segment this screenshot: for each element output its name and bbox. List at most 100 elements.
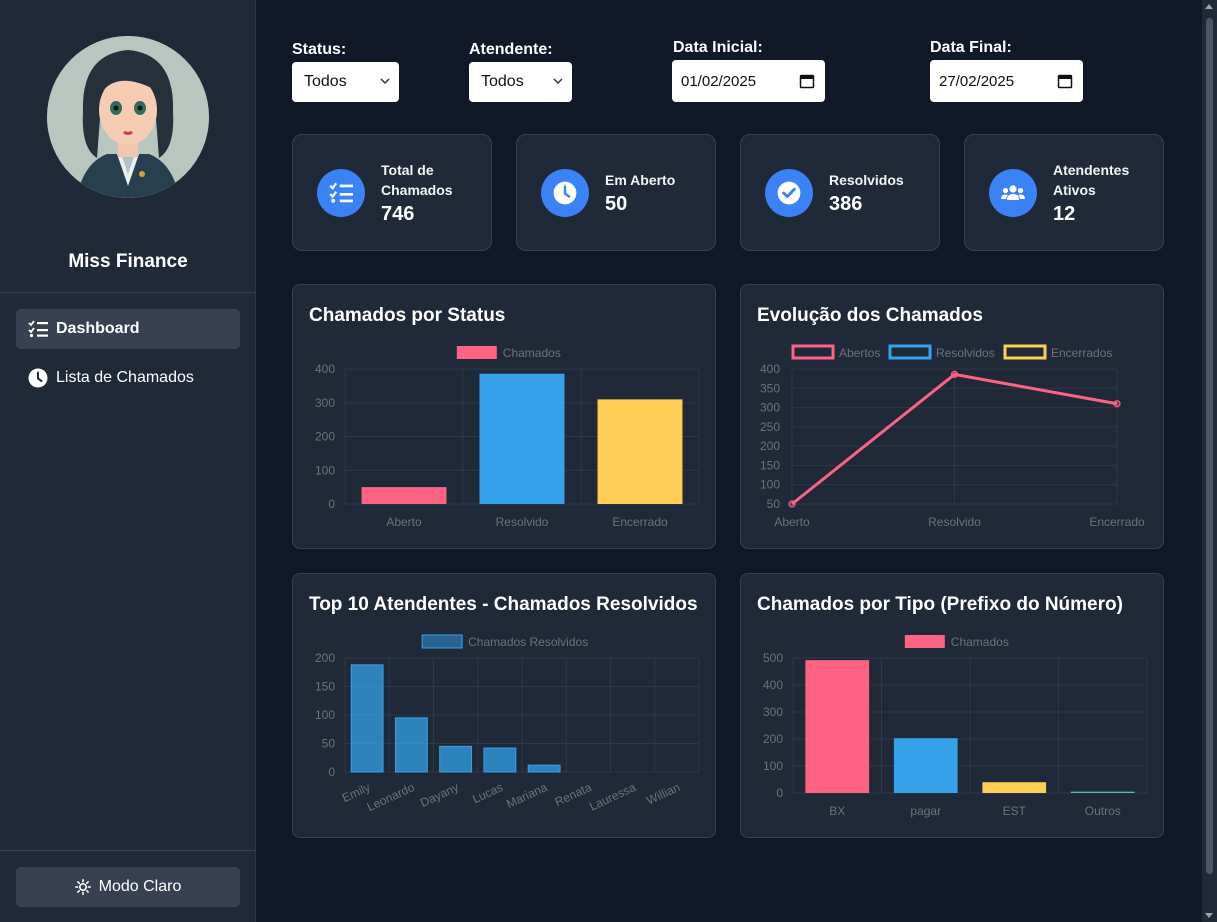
legend-swatch <box>791 344 835 360</box>
stat-value: 746 <box>381 203 415 225</box>
atendente-select[interactable]: Todos <box>469 62 572 102</box>
sidebar-divider <box>0 292 256 293</box>
y-tick-label: 500 <box>763 651 783 665</box>
x-tick-label: Encerrado <box>612 515 668 529</box>
profile-name: Miss Finance <box>68 251 188 272</box>
x-tick-label: Outros <box>1085 804 1121 818</box>
clock-icon <box>28 368 48 388</box>
stat-label-line: Resolvidos <box>829 172 904 188</box>
data-final-input[interactable]: 27/02/2025 <box>930 60 1083 102</box>
y-tick-label: 50 <box>767 497 781 511</box>
y-tick-label: 300 <box>760 401 780 415</box>
y-tick-label: 100 <box>315 463 335 477</box>
sidebar-item-lista-de-chamados[interactable]: Lista de Chamados <box>16 358 240 398</box>
stat-value: 12 <box>1053 203 1076 225</box>
top10-bar-chart: 050100150200EmilyLeonardo Dayany Lucas Mari… <box>315 634 700 814</box>
y-tick-label: 400 <box>763 678 783 692</box>
bar <box>394 717 428 773</box>
x-tick-label: Encerrado <box>1089 515 1145 529</box>
avatar <box>47 36 209 198</box>
legend-swatch <box>456 346 497 359</box>
stat-label-line: Ativos <box>1053 182 1096 198</box>
legend-swatch <box>1003 344 1047 360</box>
legend-label: Chamados Resolvidos <box>468 635 588 649</box>
x-tick-label: Mariana <box>504 780 550 811</box>
sidebar-item-dashboard[interactable]: Dashboard <box>16 309 240 349</box>
bar <box>483 747 517 773</box>
status-bar-chart: 0 100 200 300 400 Aberto Resolvido Encerrado Cha… <box>315 346 700 529</box>
status-select[interactable]: Todos <box>292 62 399 102</box>
sidebar-divider <box>0 850 256 851</box>
data-inicial-input[interactable]: 01/02/2025 <box>672 60 825 102</box>
stat-label-line: Atendentes <box>1053 162 1130 178</box>
bar <box>893 738 958 793</box>
bar <box>805 660 870 793</box>
users-icon <box>989 169 1037 217</box>
check-circle-icon <box>765 169 813 217</box>
legend-label: Abertos <box>839 346 880 360</box>
y-tick-label: 200 <box>760 439 780 453</box>
data-inicial-label: Data Inicial: <box>673 39 763 56</box>
y-tick-label: 350 <box>760 381 780 395</box>
chart-panel-top10: Top 10 Atendentes - Chamados Resolvidos … <box>292 573 716 838</box>
list-check-icon <box>28 320 48 338</box>
y-tick-label: 200 <box>315 430 335 444</box>
bar <box>597 399 683 504</box>
legend-swatch <box>421 634 463 649</box>
sidebar-item-label: Dashboard <box>56 320 140 337</box>
sidebar-item-label: Lista de Chamados <box>56 369 194 386</box>
x-tick-label: Willian <box>644 780 682 808</box>
y-tick-label: 0 <box>328 765 335 779</box>
atendente-filter-label: Atendente: <box>469 41 553 58</box>
x-tick-label: Resolvido <box>928 515 981 529</box>
y-tick-label: 200 <box>315 651 335 665</box>
y-tick-label: 300 <box>763 705 783 719</box>
x-tick-label: Renata <box>553 780 594 809</box>
stat-card-resolvidos: Resolvidos 386 <box>740 134 940 251</box>
data-point <box>1113 400 1121 408</box>
y-tick-label: 50 <box>322 737 336 751</box>
scrollbar-thumb[interactable] <box>1206 18 1213 874</box>
light-mode-button[interactable]: Modo Claro <box>16 867 240 907</box>
y-tick-label: 150 <box>760 458 780 472</box>
clock-icon <box>541 169 589 217</box>
legend-label: Chamados <box>503 346 561 360</box>
light-mode-label: Modo Claro <box>98 878 182 895</box>
legend-swatch <box>904 635 945 648</box>
x-tick-label: Aberto <box>386 515 422 529</box>
bar <box>350 664 384 773</box>
sun-icon <box>74 879 91 895</box>
legend-label: Encerrados <box>1051 346 1112 360</box>
page-scrollbar[interactable] <box>1202 0 1217 922</box>
chart-panel-evolucao: Evolução dos Chamados 50 100 150 200 250 300 3… <box>740 284 1164 549</box>
bar <box>1070 791 1135 793</box>
chart-panel-status: Chamados por Status 0 100 200 300 400 Aberto R… <box>292 284 716 549</box>
bar <box>361 487 447 504</box>
x-tick-label: pagar <box>910 804 941 818</box>
data-final-label: Data Final: <box>930 39 1012 56</box>
status-filter-label: Status: <box>292 41 347 58</box>
evolucao-line-chart: 50 100 150 200 250 300 350 400 Aberto Resolvido En… <box>760 344 1145 529</box>
bar <box>982 782 1047 793</box>
data-point <box>950 370 959 379</box>
x-tick-label: EST <box>1003 804 1027 818</box>
x-tick-label: Dayany <box>418 780 461 810</box>
stat-card-em-aberto: Em Aberto 50 <box>516 134 716 251</box>
y-tick-label: 250 <box>760 420 780 434</box>
calendar-icon[interactable] <box>799 73 815 89</box>
stat-card-total: Total de Chamados 746 <box>292 134 492 251</box>
chevron-down-icon <box>380 78 390 85</box>
scroll-down-icon[interactable] <box>1205 913 1213 918</box>
calendar-icon[interactable] <box>1057 73 1073 89</box>
tipo-bar-chart: 0 100 200 300 400 500 BX pagar EST Outros Chamados <box>763 635 1148 818</box>
stat-value: 386 <box>829 193 863 215</box>
stat-label-line: Chamados <box>381 182 453 198</box>
scroll-up-icon[interactable] <box>1205 4 1213 9</box>
status-select-value: Todos <box>304 73 347 90</box>
y-tick-label: 100 <box>763 759 783 773</box>
bar <box>527 764 561 773</box>
y-tick-label: 0 <box>328 497 335 511</box>
legend-label: Resolvidos <box>936 346 995 360</box>
bar <box>479 373 565 504</box>
x-tick-label: Aberto <box>774 515 810 529</box>
